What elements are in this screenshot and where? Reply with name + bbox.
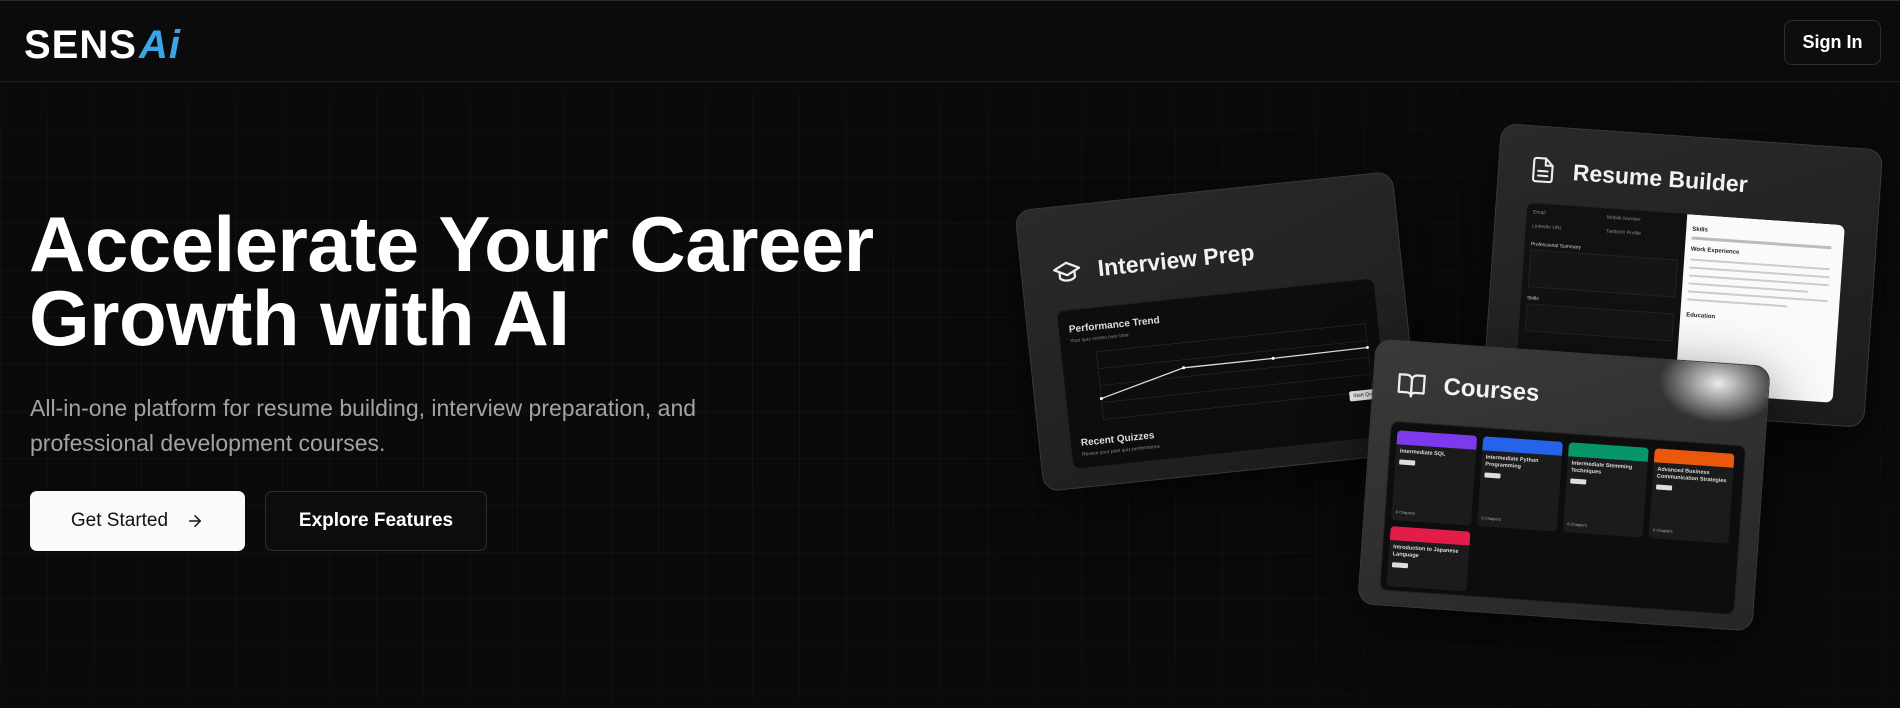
resume-builder-header: Resume Builder	[1528, 154, 1749, 199]
mobile-label: Mobile Number	[1606, 214, 1641, 223]
hero-subtitle: All-in-one platform for resume building,…	[30, 391, 790, 461]
course-name: Intermediate Stemming Techniques	[1570, 460, 1633, 476]
interview-prep-card[interactable]: Interview Prep Performance Trend Your qu…	[1014, 170, 1422, 493]
sensai-logo[interactable]: SENS Ai	[24, 23, 181, 67]
course-level-tag	[1399, 459, 1416, 466]
linkedin-label: LinkedIn URL	[1531, 223, 1563, 232]
course-name: Advanced Business Communication Strategi…	[1656, 466, 1727, 485]
courses-card[interactable]: Courses Intermediate SQL 6 Chapters Inte…	[1357, 338, 1771, 632]
preview-work-heading: Work Experience	[1690, 246, 1740, 256]
arrow-right-icon	[189, 515, 202, 527]
courses-header: Courses	[1395, 369, 1541, 409]
course-chapters: 6 Chapters	[1481, 515, 1502, 522]
course-level-tag	[1570, 478, 1587, 485]
course-chapters: 6 Chapters	[1652, 527, 1673, 534]
performance-trend-title: Performance Trend	[1068, 315, 1161, 336]
open-book-icon	[1397, 373, 1426, 398]
get-started-button[interactable]: Get Started	[30, 491, 245, 551]
get-started-label: Get Started	[70, 510, 169, 531]
logo-text: SENS	[24, 23, 137, 67]
interview-prep-title: Interview Prep	[1096, 238, 1256, 281]
landing-page: SENS Ai Sign In Accelerate Your Career G…	[0, 0, 1900, 708]
course-tile[interactable]: Introduction to Japanese Language	[1386, 526, 1471, 592]
course-tile[interactable]: Intermediate Python Programming 6 Chapte…	[1476, 436, 1564, 532]
course-chapters: 6 Chapters	[1567, 521, 1588, 528]
hero-subtitle-line-2: professional development courses.	[30, 430, 386, 456]
preview-line	[1687, 298, 1788, 308]
course-name: Introduction to Japanese Language	[1392, 544, 1459, 560]
preview-skills-heading: Skills	[1692, 226, 1709, 234]
hero-title-line-1: Accelerate Your Career	[29, 200, 874, 288]
resume-builder-title: Resume Builder	[1572, 158, 1749, 197]
hero-title-line-2: Growth with AI	[29, 274, 570, 362]
course-tile[interactable]: Intermediate Stemming Techniques 6 Chapt…	[1562, 442, 1649, 538]
top-navbar: SENS Ai Sign In	[0, 0, 1900, 82]
hero-subtitle-line-1: All-in-one platform for resume building,…	[30, 395, 697, 421]
course-level-tag	[1655, 484, 1673, 491]
course-tile[interactable]: Advanced Business Communication Strategi…	[1648, 448, 1735, 544]
courses-preview-screen: Intermediate SQL 6 Chapters Intermediate…	[1379, 420, 1747, 616]
skills-label: Skills	[1526, 295, 1539, 303]
sign-in-button[interactable]: Sign In	[1784, 20, 1881, 65]
course-level-tag	[1391, 562, 1409, 569]
interview-prep-header: Interview Prep	[1050, 237, 1255, 288]
document-icon	[1532, 156, 1554, 184]
twitter-label: Twitter/X Profile	[1605, 228, 1642, 237]
course-chapters: 6 Chapters	[1395, 509, 1416, 516]
interview-preview-screen: Performance Trend Your quiz scores over …	[1055, 277, 1391, 470]
explore-features-button[interactable]: Explore Features	[265, 491, 487, 551]
email-label: Email	[1532, 209, 1546, 217]
courses-title: Courses	[1442, 373, 1541, 408]
graduation-cap-icon	[1053, 261, 1081, 282]
skills-textarea[interactable]	[1524, 303, 1675, 342]
course-name: Intermediate Python Programming	[1485, 454, 1539, 470]
course-tile[interactable]: Intermediate SQL 6 Chapters	[1391, 430, 1478, 526]
performance-trend-chart	[1096, 323, 1373, 420]
course-level-tag	[1484, 472, 1501, 479]
logo-accent-text: Ai	[138, 23, 181, 67]
summary-textarea[interactable]	[1527, 249, 1679, 298]
preview-education-heading: Education	[1686, 312, 1716, 321]
hero-title: Accelerate Your Career Growth with AI	[29, 200, 929, 362]
